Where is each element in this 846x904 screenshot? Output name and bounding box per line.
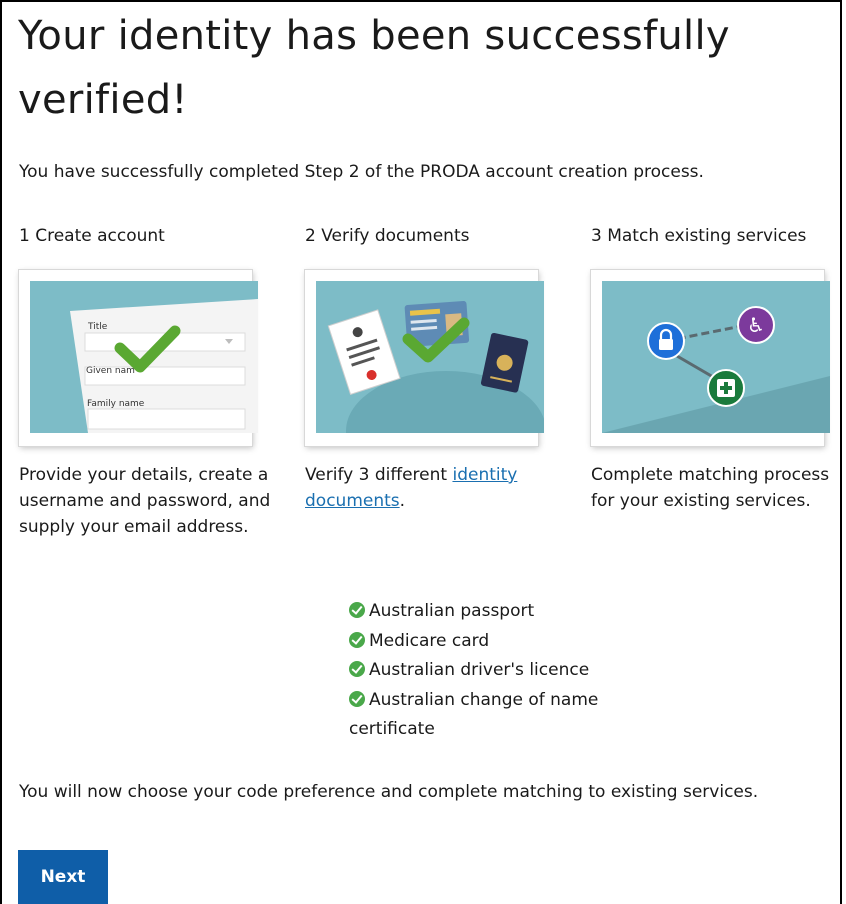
check-circle-icon <box>349 690 365 707</box>
next-button[interactable]: Next <box>18 850 108 904</box>
form-label-given-name: Given nam <box>86 366 135 376</box>
match-services-illustration: ♿ <box>602 281 830 433</box>
intro-text: You have successfully completed Step 2 o… <box>19 162 704 182</box>
step-create-account: 1 Create account Title Given nam Family … <box>19 226 274 540</box>
step-description-text: Verify 3 different <box>305 465 453 485</box>
document-label: Australian change of name certificate <box>349 689 599 740</box>
check-circle-icon <box>349 631 365 648</box>
form-label-title: Title <box>87 322 108 332</box>
document-label: Australian driver's licence <box>369 660 590 680</box>
wheelchair-icon: ♿ <box>747 313 765 337</box>
check-circle-icon <box>349 661 365 677</box>
page-title: Your identity has been successfully veri… <box>18 13 730 123</box>
document-label: Australian passport <box>369 601 535 621</box>
documents-list: Australian passport Medicare card Austra… <box>349 597 649 745</box>
step-heading: 3 Match existing services <box>591 226 807 246</box>
step-verify-documents: 2 Verify documents Verify 3 different id… <box>305 226 560 514</box>
create-account-illustration: Title Given nam Family name <box>30 281 258 433</box>
step-description: Complete matching process for your exist… <box>591 465 830 511</box>
list-item: Australian change of name certificate <box>349 686 649 745</box>
document-label: Medicare card <box>369 630 490 651</box>
step-heading: 1 Create account <box>19 226 165 246</box>
step-heading: 2 Verify documents <box>305 226 470 246</box>
form-label-family-name: Family name <box>87 399 145 409</box>
step-match-services: 3 Match existing services ♿ Complete mat… <box>591 226 846 514</box>
step-description-text-end: . <box>399 491 406 511</box>
list-item: Australian passport <box>349 597 649 627</box>
step-description: Provide your details, create a username … <box>19 465 271 537</box>
list-item: Australian driver's licence <box>349 656 649 686</box>
list-item: Medicare card <box>349 627 649 657</box>
check-circle-icon <box>349 602 365 618</box>
lock-icon <box>659 339 673 350</box>
verify-documents-illustration <box>316 281 544 433</box>
step-illustration-card: Title Given nam Family name <box>19 270 258 446</box>
step-illustration-card: ♿ <box>591 270 830 446</box>
step-illustration-card <box>305 270 544 446</box>
step-description: Verify 3 different identity documents. <box>305 462 560 514</box>
next-steps-text: You will now choose your code preference… <box>19 782 759 802</box>
